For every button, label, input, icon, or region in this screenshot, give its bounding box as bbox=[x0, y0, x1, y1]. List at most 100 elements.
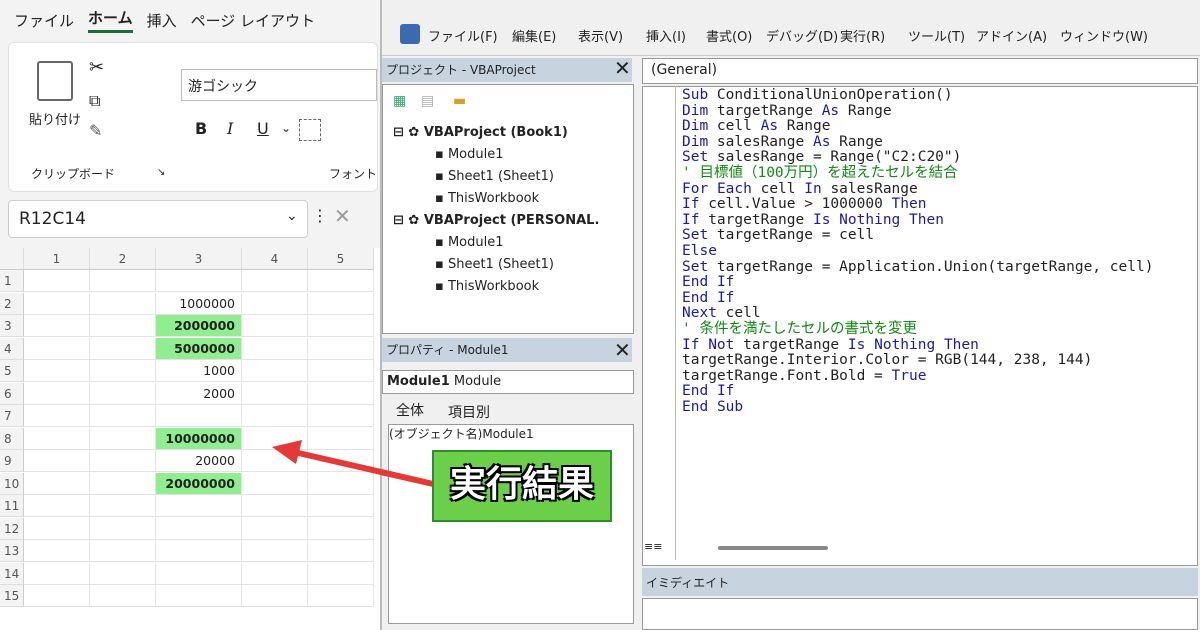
cell[interactable] bbox=[242, 405, 308, 427]
tab-alphabetic[interactable]: 全体 bbox=[396, 400, 424, 420]
object-dropdown[interactable]: (General) bbox=[642, 58, 1198, 84]
cell[interactable]: 1000000 bbox=[156, 292, 242, 315]
cell[interactable] bbox=[90, 427, 156, 450]
dialog-launcher-icon[interactable]: ↘ bbox=[157, 167, 165, 178]
cell[interactable] bbox=[156, 270, 242, 292]
cell[interactable] bbox=[242, 540, 308, 562]
code-line[interactable]: targetRange.Interior.Color = RGB(144, 23… bbox=[682, 352, 1153, 369]
code-line[interactable]: End Sub bbox=[682, 399, 1153, 416]
row-header[interactable]: 5 bbox=[0, 360, 24, 382]
underline-button[interactable]: U bbox=[257, 119, 269, 138]
code-line[interactable]: If targetRange Is Nothing Then bbox=[682, 212, 1153, 229]
tree-node[interactable]: ▪ ThisWorkbook bbox=[435, 279, 539, 294]
cell[interactable] bbox=[24, 450, 90, 472]
cell[interactable] bbox=[90, 450, 156, 472]
cell[interactable] bbox=[242, 315, 308, 337]
folder-icon[interactable]: ▬ bbox=[453, 93, 466, 109]
view-code-icon[interactable]: ▤ bbox=[421, 93, 434, 109]
code-line[interactable]: Set targetRange = Application.Union(targ… bbox=[682, 259, 1153, 276]
cell[interactable] bbox=[156, 585, 242, 607]
cell[interactable] bbox=[90, 292, 156, 315]
cell[interactable] bbox=[24, 292, 90, 315]
object-select[interactable]: Module1 Module bbox=[382, 370, 634, 394]
cell[interactable]: 10000000 bbox=[156, 427, 242, 450]
column-header[interactable]: 5 bbox=[308, 248, 374, 270]
select-all[interactable] bbox=[0, 248, 24, 270]
row-header[interactable]: 13 bbox=[0, 540, 24, 562]
cell[interactable] bbox=[90, 540, 156, 562]
menu-item-7[interactable]: ツール(T) bbox=[908, 26, 965, 45]
tab-categorized[interactable]: 項目別 bbox=[448, 402, 490, 422]
column-header[interactable]: 3 bbox=[156, 248, 242, 270]
cell[interactable]: 20000 bbox=[156, 450, 242, 472]
row-header[interactable]: 14 bbox=[0, 562, 24, 585]
code-line[interactable]: Else bbox=[682, 243, 1153, 260]
code-line[interactable]: ' 目標値（100万円）を超えたセルを結合 bbox=[682, 165, 1153, 182]
code-line[interactable]: If cell.Value > 1000000 Then bbox=[682, 196, 1153, 213]
cell[interactable] bbox=[156, 562, 242, 585]
column-header[interactable]: 4 bbox=[242, 248, 308, 270]
cell[interactable] bbox=[24, 472, 90, 495]
property-value[interactable]: Module1 bbox=[482, 427, 533, 441]
code-text[interactable]: Sub ConditionalUnionOperation() Dim targe… bbox=[682, 87, 1153, 416]
cell[interactable] bbox=[156, 495, 242, 517]
cell[interactable] bbox=[90, 270, 156, 292]
cell[interactable] bbox=[308, 270, 374, 292]
cell[interactable] bbox=[156, 405, 242, 427]
italic-button[interactable]: I bbox=[227, 119, 233, 138]
paste-icon[interactable] bbox=[37, 61, 73, 101]
cell[interactable] bbox=[90, 360, 156, 382]
cancel-icon[interactable]: ✕ bbox=[334, 204, 351, 228]
cell[interactable] bbox=[242, 382, 308, 405]
cell[interactable]: 20000000 bbox=[156, 472, 242, 495]
tab-insert[interactable]: 挿入 bbox=[147, 10, 177, 31]
close-icon[interactable]: ✕ bbox=[614, 58, 631, 78]
cell[interactable] bbox=[308, 382, 374, 405]
menu-item-6[interactable]: 実行(R) bbox=[840, 26, 885, 45]
code-line[interactable]: End If bbox=[682, 290, 1153, 307]
code-line[interactable]: End If bbox=[682, 383, 1153, 400]
immediate-window[interactable] bbox=[642, 598, 1198, 630]
code-line[interactable]: For Each cell In salesRange bbox=[682, 181, 1153, 198]
cell[interactable] bbox=[90, 472, 156, 495]
row-header[interactable]: 7 bbox=[0, 405, 24, 427]
menu-item-4[interactable]: 書式(O) bbox=[706, 26, 752, 45]
cell[interactable] bbox=[90, 337, 156, 360]
cell[interactable]: 2000000 bbox=[156, 315, 242, 337]
code-line[interactable]: Dim targetRange As Range bbox=[682, 103, 1153, 120]
cell[interactable] bbox=[242, 517, 308, 540]
horizontal-scrollbar[interactable] bbox=[718, 546, 828, 550]
code-line[interactable]: Dim cell As Range bbox=[682, 118, 1153, 135]
cell[interactable] bbox=[90, 382, 156, 405]
format-painter-icon[interactable]: ✎ bbox=[89, 121, 102, 140]
cut-icon[interactable]: ✂ bbox=[89, 57, 104, 78]
row-header[interactable]: 15 bbox=[0, 585, 24, 607]
menu-item-0[interactable]: ファイル(F) bbox=[428, 26, 498, 45]
code-line[interactable]: Set targetRange = cell bbox=[682, 228, 1153, 244]
cell[interactable] bbox=[242, 270, 308, 292]
row-header[interactable]: 8 bbox=[0, 427, 24, 450]
cell[interactable] bbox=[24, 360, 90, 382]
cell[interactable] bbox=[242, 292, 308, 315]
cell[interactable] bbox=[156, 540, 242, 562]
row-header[interactable]: 4 bbox=[0, 337, 24, 360]
procedure-view-icon[interactable]: ≡≡ bbox=[644, 540, 662, 553]
cell[interactable] bbox=[242, 562, 308, 585]
cell[interactable] bbox=[24, 405, 90, 427]
cell[interactable] bbox=[24, 270, 90, 292]
cell[interactable] bbox=[308, 360, 374, 382]
row-header[interactable]: 10 bbox=[0, 472, 24, 495]
code-line[interactable]: Sub ConditionalUnionOperation() bbox=[682, 87, 1153, 104]
view-object-icon[interactable]: ▦ bbox=[393, 93, 406, 109]
menu-item-9[interactable]: ウィンドウ(W) bbox=[1060, 26, 1148, 45]
row-header[interactable]: 1 bbox=[0, 270, 24, 292]
tree-node[interactable]: ▪ Module1 bbox=[435, 147, 504, 162]
menu-item-2[interactable]: 表示(V) bbox=[578, 26, 623, 45]
tree-node[interactable]: ▪ Sheet1 (Sheet1) bbox=[435, 257, 554, 272]
column-header[interactable]: 2 bbox=[90, 248, 156, 270]
code-line[interactable]: targetRange.Font.Bold = True bbox=[682, 368, 1153, 385]
cell[interactable] bbox=[24, 382, 90, 405]
cell[interactable] bbox=[24, 337, 90, 360]
tree-project[interactable]: ⊟ ✿ VBAProject (Book1) bbox=[393, 125, 568, 140]
paste-label[interactable]: 貼り付け bbox=[29, 109, 81, 128]
